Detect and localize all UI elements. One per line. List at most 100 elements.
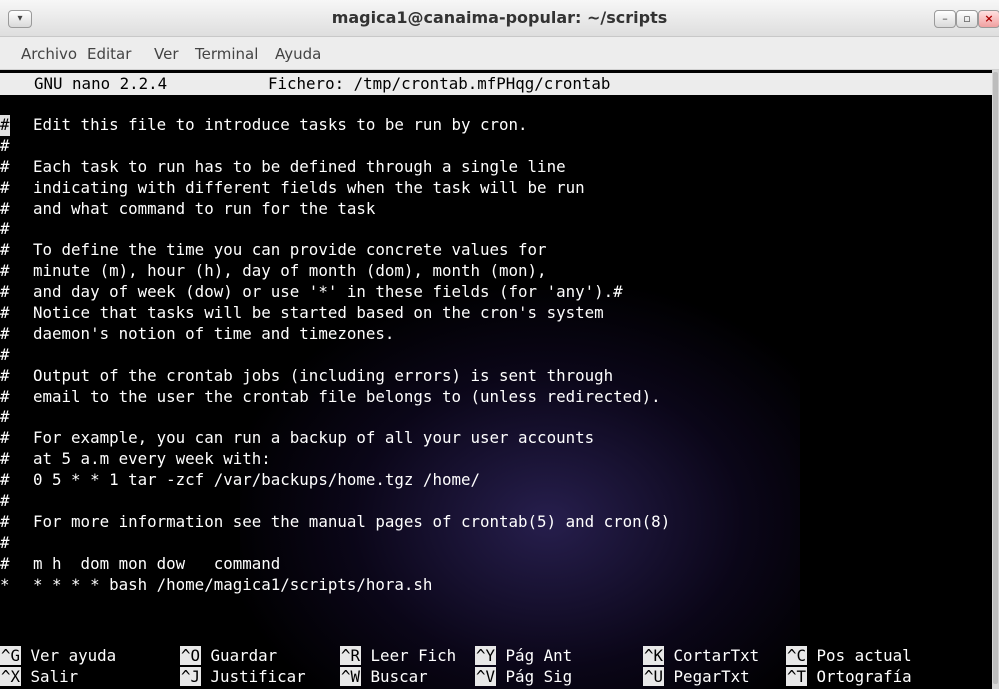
editor-line: #	[0, 407, 10, 428]
line-prefix: #	[0, 261, 10, 281]
editor-line: # Output of the crontab jobs (including e…	[0, 366, 613, 387]
shortcut-help[interactable]: ^G Ver ayuda	[0, 646, 116, 666]
terminal-area[interactable]: GNU nano 2.2.4 Fichero: /tmp/crontab.mfP…	[0, 70, 992, 689]
shortcut-label: PegarTxt	[673, 667, 750, 686]
line-text: Each task to run has to be defined throu…	[33, 156, 566, 176]
line-prefix: #	[0, 282, 10, 302]
text-cursor: #	[0, 115, 10, 136]
line-prefix: #	[0, 553, 10, 573]
line-prefix: #	[0, 407, 10, 427]
line-prefix: #	[0, 323, 10, 343]
nano-version: GNU nano 2.2.4	[34, 74, 168, 93]
line-prefix: #	[0, 156, 10, 176]
shortcut-key: ^U	[643, 667, 665, 686]
line-prefix: #	[0, 219, 10, 239]
editor-line: # email to the user the crontab file belo…	[0, 386, 661, 408]
shortcut-prev-page[interactable]: ^Y Pág Ant	[475, 646, 572, 666]
menu-archivo[interactable]: Archivo	[21, 45, 77, 63]
shortcut-key: ^Y	[475, 646, 497, 665]
shortcut-label: Pos actual	[816, 646, 912, 665]
shortcut-key: ^K	[643, 646, 665, 665]
line-text: Notice that tasks will be started based …	[33, 303, 604, 323]
shortcut-key: ^T	[786, 667, 808, 686]
line-prefix: #	[0, 135, 10, 155]
line-prefix: #	[0, 303, 10, 323]
shortcut-label: Ortografía	[816, 667, 912, 686]
terminal-scrollbar[interactable]	[992, 70, 999, 689]
shortcut-spellcheck[interactable]: ^T Ortografía	[786, 667, 912, 687]
line-prefix: #	[0, 511, 10, 531]
shortcut-save[interactable]: ^O Guardar	[180, 646, 277, 666]
line-prefix: #	[0, 470, 10, 490]
shortcut-cut-text[interactable]: ^K CortarTxt	[643, 646, 759, 666]
shortcut-search[interactable]: ^W Buscar	[340, 667, 428, 687]
editor-buffer[interactable]: # Edit this file to introduce tasks to be…	[0, 115, 670, 596]
line-text: email to the user the crontab file belon…	[33, 386, 661, 406]
menu-bar: Archivo Editar Ver Terminal Ayuda	[0, 37, 999, 70]
line-text: and day of week (dow) or use '*' in thes…	[33, 282, 623, 302]
editor-line: # and what command to run for the task	[0, 198, 375, 220]
title-bar: ▾ magica1@canaima-popular: ~/scripts – ▫…	[0, 0, 999, 37]
shortcut-read-file[interactable]: ^R Leer Fich	[340, 646, 456, 666]
line-prefix: #	[0, 344, 10, 364]
editor-line: #0 5 * * 1 tar -zcf /var/backups/home.tg…	[0, 470, 480, 491]
editor-line: # Each task to run has to be defined thro…	[0, 156, 566, 178]
line-text: 0 5 * * 1 tar -zcf /var/backups/home.tgz…	[33, 470, 480, 490]
shortcut-label: Buscar	[370, 667, 428, 686]
editor-line: #	[0, 345, 10, 366]
line-text: m h dom mon dow command	[33, 553, 281, 573]
editor-line: # minute (m), hour (h), day of month (dom…	[0, 261, 547, 282]
line-text: daemon's notion of time and timezones.	[33, 323, 395, 343]
shortcut-key: ^J	[180, 667, 202, 686]
line-text: * * * * bash /home/magica1/scripts/hora.…	[33, 574, 433, 594]
window-title: magica1@canaima-popular: ~/scripts	[331, 8, 668, 27]
shortcut-key: ^C	[786, 646, 808, 665]
minimize-button[interactable]: –	[934, 10, 956, 28]
line-text: indicating with different fields when th…	[33, 177, 585, 197]
line-prefix: #	[0, 177, 10, 197]
shortcut-key: ^O	[180, 646, 202, 665]
line-prefix: *	[0, 574, 10, 594]
editor-line: # daemon's notion of time and timezones.	[0, 323, 394, 345]
shortcut-paste-text[interactable]: ^U PegarTxt	[643, 667, 750, 687]
menu-terminal[interactable]: Terminal	[195, 45, 258, 63]
shortcut-justify[interactable]: ^J Justificar	[180, 667, 306, 687]
line-prefix: #	[0, 198, 10, 218]
line-prefix: #	[0, 386, 10, 406]
line-prefix: #	[0, 428, 10, 448]
menu-ayuda[interactable]: Ayuda	[275, 45, 321, 63]
editor-line: # indicating with different fields when t…	[0, 177, 585, 199]
maximize-button[interactable]: ▫	[956, 10, 978, 28]
line-text: at 5 a.m every week with:	[33, 449, 271, 469]
editor-line: #	[0, 491, 10, 512]
shortcut-cursor-position[interactable]: ^C Pos actual	[786, 646, 912, 666]
close-button[interactable]: ×	[978, 10, 999, 28]
nano-header: GNU nano 2.2.4 Fichero: /tmp/crontab.mfP…	[0, 73, 992, 95]
line-text: minute (m), hour (h), day of month (dom)…	[33, 261, 547, 281]
shortcut-label: Pág Ant	[505, 646, 573, 665]
scrollbar-thumb[interactable]	[993, 72, 998, 684]
editor-line: # Edit this file to introduce tasks to be…	[0, 115, 528, 136]
line-text: For example, you can run a backup of all…	[33, 428, 595, 448]
shortcut-label: Ver ayuda	[30, 646, 117, 665]
shortcut-key: ^G	[0, 646, 22, 665]
shortcut-key: ^V	[475, 667, 497, 686]
menu-ver[interactable]: Ver	[154, 45, 179, 63]
menu-editar[interactable]: Editar	[87, 45, 131, 63]
editor-line: # Notice that tasks will be started based…	[0, 303, 604, 324]
shortcut-label: Guardar	[210, 646, 278, 665]
shortcut-exit[interactable]: ^X Salir	[0, 667, 78, 687]
line-text: For more information see the manual page…	[33, 511, 671, 531]
shortcut-label: CortarTxt	[673, 646, 760, 665]
editor-line: # m h dom mon dow command	[0, 553, 280, 575]
shortcut-next-page[interactable]: ^V Pág Sig	[475, 667, 572, 687]
editor-line: #	[0, 219, 10, 240]
editor-line: * * * * * bash /home/magica1/scripts/hora…	[0, 574, 432, 596]
line-prefix: #	[0, 449, 10, 469]
editor-line: # For example, you can run a backup of al…	[0, 428, 594, 449]
line-text: Edit this file to introduce tasks to be …	[33, 115, 528, 134]
editor-line: # and day of week (dow) or use '*' in the…	[0, 282, 623, 303]
line-text: Output of the crontab jobs (including er…	[33, 365, 614, 385]
line-prefix: #	[0, 240, 10, 260]
shortcut-key: ^W	[340, 667, 362, 686]
